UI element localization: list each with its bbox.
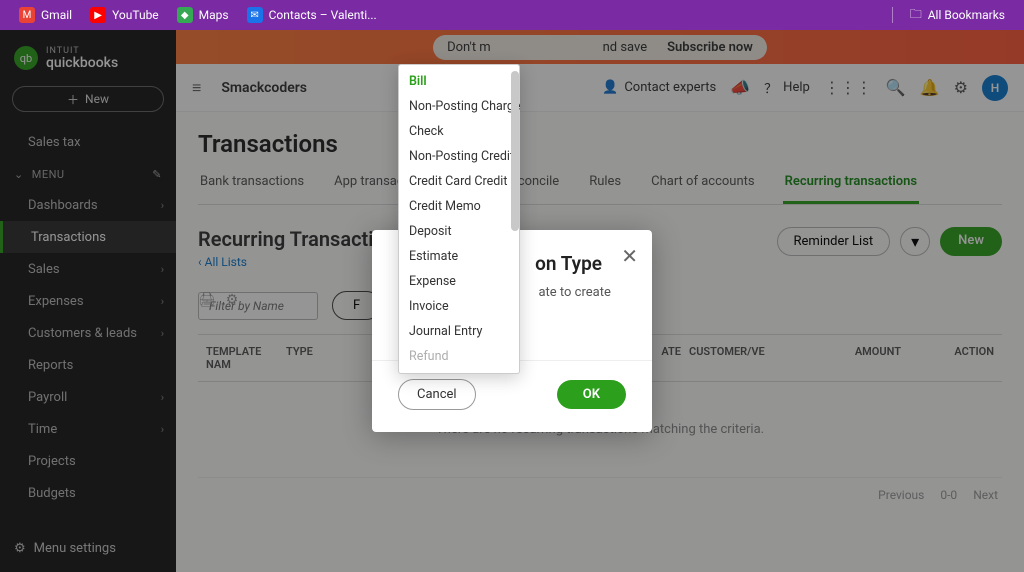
bookmark-youtube[interactable]: ▶ YouTube: [81, 7, 168, 23]
bookmark-label: Gmail: [41, 8, 72, 22]
close-icon[interactable]: ✕: [621, 244, 638, 268]
option-check[interactable]: Check: [399, 119, 519, 144]
cancel-button[interactable]: Cancel: [398, 379, 476, 410]
option-refund[interactable]: Refund: [399, 344, 519, 369]
maps-icon: ◆: [177, 7, 193, 23]
bookmark-contacts[interactable]: ✉ Contacts – Valenti...: [238, 7, 386, 23]
bookmark-label: All Bookmarks: [928, 8, 1005, 22]
dropdown-scrollbar[interactable]: [511, 71, 519, 231]
option-expense[interactable]: Expense: [399, 269, 519, 294]
bookmark-gmail[interactable]: M Gmail: [10, 7, 81, 23]
gmail-icon: M: [19, 7, 35, 23]
bookmark-label: Contacts – Valenti...: [269, 8, 377, 22]
youtube-icon: ▶: [90, 7, 106, 23]
option-credit-card-credit[interactable]: Credit Card Credit: [399, 169, 519, 194]
option-invoice[interactable]: Invoice: [399, 294, 519, 319]
transaction-type-dropdown: Bill Non-Posting Charge Check Non-Postin…: [398, 64, 520, 374]
option-estimate[interactable]: Estimate: [399, 244, 519, 269]
option-credit-memo[interactable]: Credit Memo: [399, 194, 519, 219]
bookmark-maps[interactable]: ◆ Maps: [168, 7, 238, 23]
option-bill[interactable]: Bill: [399, 69, 519, 94]
bookmark-label: Maps: [199, 8, 229, 22]
contacts-icon: ✉: [247, 7, 263, 23]
browser-bookmarks-bar: M Gmail ▶ YouTube ◆ Maps ✉ Contacts – Valent…: [0, 0, 1024, 30]
bookmark-all-folder[interactable]: 🗀 All Bookmarks: [901, 5, 1014, 26]
ok-button[interactable]: OK: [557, 380, 626, 409]
folder-icon: 🗀: [910, 5, 922, 26]
bookmark-label: YouTube: [112, 8, 159, 22]
option-non-posting-charge[interactable]: Non-Posting Charge: [399, 94, 519, 119]
option-non-posting-credit[interactable]: Non-Posting Credit: [399, 144, 519, 169]
option-journal-entry[interactable]: Journal Entry: [399, 319, 519, 344]
option-deposit[interactable]: Deposit: [399, 219, 519, 244]
